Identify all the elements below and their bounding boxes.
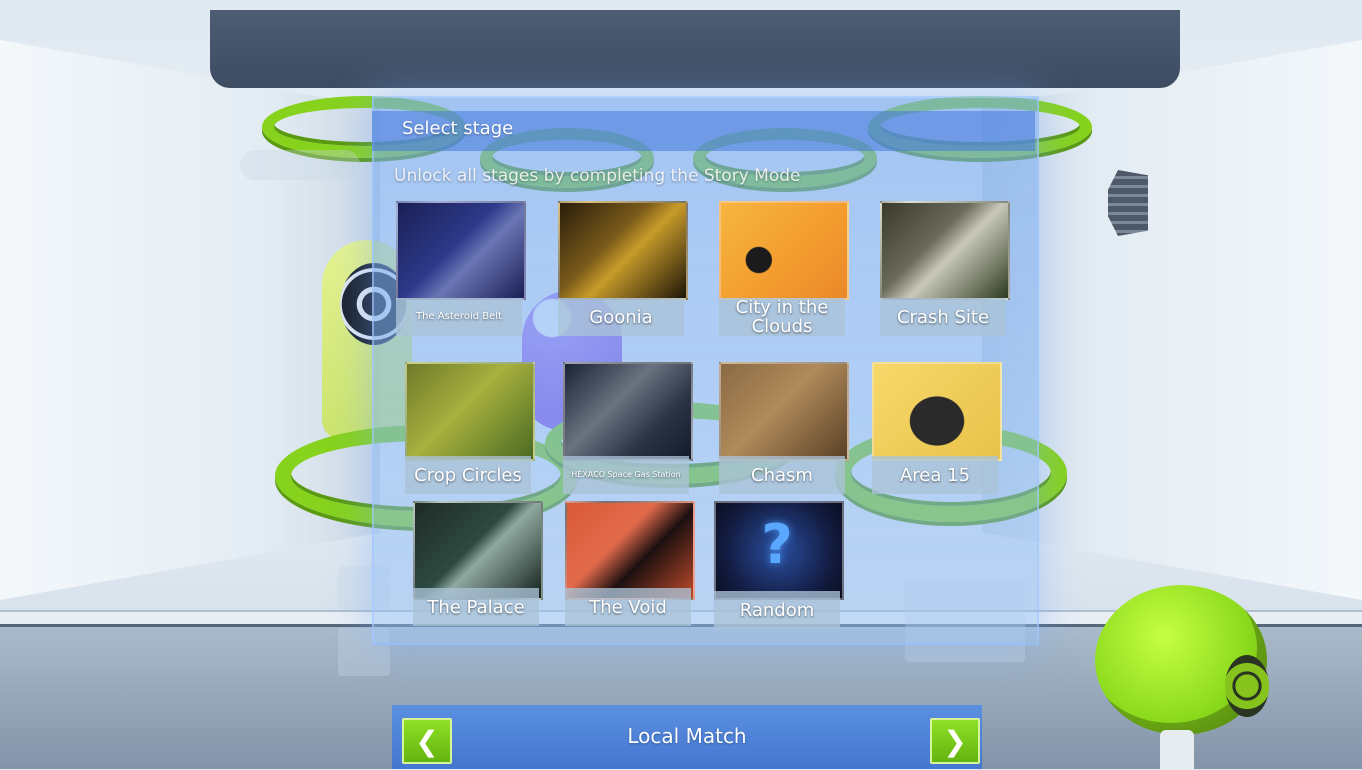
stage-label: The Palace [413,588,539,626]
pod-eye [1225,655,1269,717]
stage-thumbnail [719,201,849,300]
stage-label: Area 15 [872,456,998,494]
stage-label: Crash Site [880,298,1006,336]
stage-thumbnail [719,362,849,461]
stage-thumbnail [563,362,693,461]
page-title: Select stage [402,118,514,139]
bg-dots [240,150,360,180]
stage-thumbnail [558,201,688,300]
prev-mode-button[interactable]: ❮ [402,718,452,764]
chevron-left-icon: ❮ [415,724,439,758]
stage-thumbnail [396,201,526,300]
chevron-right-icon: ❯ [943,724,967,758]
stage-thumbnail [880,201,1010,300]
stage-thumbnail [565,501,695,600]
stage-label: Goonia [558,298,684,336]
unlock-hint: Unlock all stages by completing the Stor… [394,166,801,186]
mode-label: Local Match [627,724,747,748]
stage-label: Chasm [719,456,845,494]
stage-thumbnail [872,362,1002,461]
stage-thumbnail [413,501,543,600]
stage-label: City in the Clouds [719,298,845,336]
stage-label: Random [714,591,840,629]
ceiling [210,10,1180,88]
pod-stem [1160,730,1194,770]
wall-lamp [1108,170,1148,236]
stage-label: HEXACO Space Gas Station [563,456,689,494]
next-mode-button[interactable]: ❯ [930,718,980,764]
stage-thumbnail [405,362,535,461]
question-mark-icon: ? [761,513,793,576]
stage-label: The Void [565,588,691,626]
stage-label: Crop Circles [405,456,531,494]
stage-label: The Asteroid Belt [396,298,522,336]
